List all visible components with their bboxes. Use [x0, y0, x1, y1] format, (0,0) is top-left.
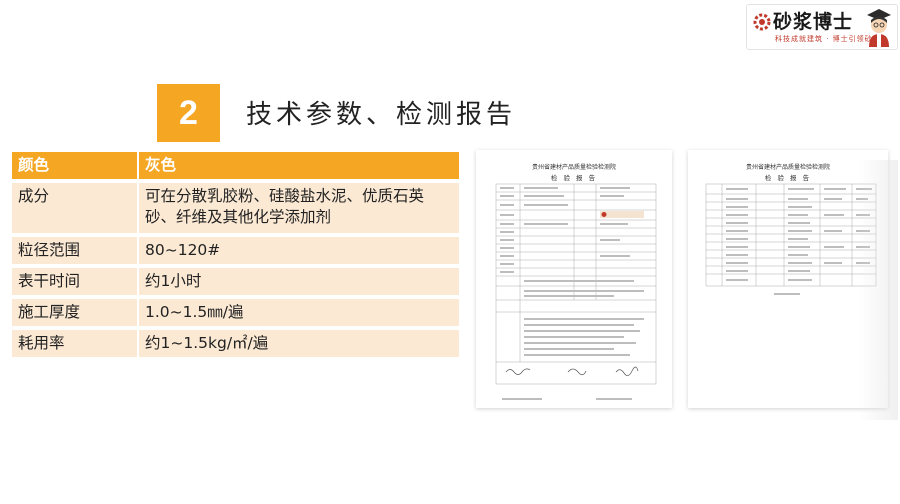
test-report-image-1: 贵州省建材产品质量检验检测院 检 验 报 告 — [476, 150, 672, 408]
row-label: 表干时间 — [12, 268, 137, 295]
row-value: 约1~1.5kg/㎡/遍 — [139, 330, 459, 357]
table-row: 施工厚度 1.0~1.5㎜/遍 — [12, 299, 459, 326]
row-label: 粒径范围 — [12, 237, 137, 264]
doctor-mascot-icon — [867, 9, 891, 47]
row-value: 约1小时 — [139, 268, 459, 295]
row-value: 80~120# — [139, 237, 459, 264]
gear-logo-icon — [753, 13, 771, 31]
brand-logo: 砂浆博士 科技成就建筑 · 博士引领砂浆 — [746, 4, 898, 50]
report-form-graphic — [495, 183, 657, 400]
section-title: 技术参数、检测报告 — [246, 100, 517, 130]
row-value: 可在分散乳胶粉、硅酸盐水泥、优质石英砂、纤维及其他化学添加剂 — [139, 183, 459, 233]
brand-name: 砂浆博士 — [773, 11, 854, 33]
table-header-value: 灰色 — [139, 152, 459, 179]
table-header-label: 颜色 — [12, 152, 137, 179]
section-number: 2 — [179, 94, 198, 132]
section-number-box: 2 — [157, 84, 220, 142]
row-label: 耗用率 — [12, 330, 137, 357]
table-row: 粒径范围 80~120# — [12, 237, 459, 264]
table-row: 表干时间 约1小时 — [12, 268, 459, 295]
row-label: 成分 — [12, 183, 137, 233]
slide: 砂浆博士 科技成就建筑 · 博士引领砂浆 2 技术参数、检测报告 颜色 灰色 成… — [0, 0, 900, 504]
table-header-row: 颜色 灰色 — [12, 152, 459, 179]
decorative-glow — [858, 160, 898, 420]
table-row: 耗用率 约1~1.5kg/㎡/遍 — [12, 330, 459, 357]
row-value: 1.0~1.5㎜/遍 — [139, 299, 459, 326]
row-label: 施工厚度 — [12, 299, 137, 326]
table-row: 成分 可在分散乳胶粉、硅酸盐水泥、优质石英砂、纤维及其他化学添加剂 — [12, 183, 459, 233]
